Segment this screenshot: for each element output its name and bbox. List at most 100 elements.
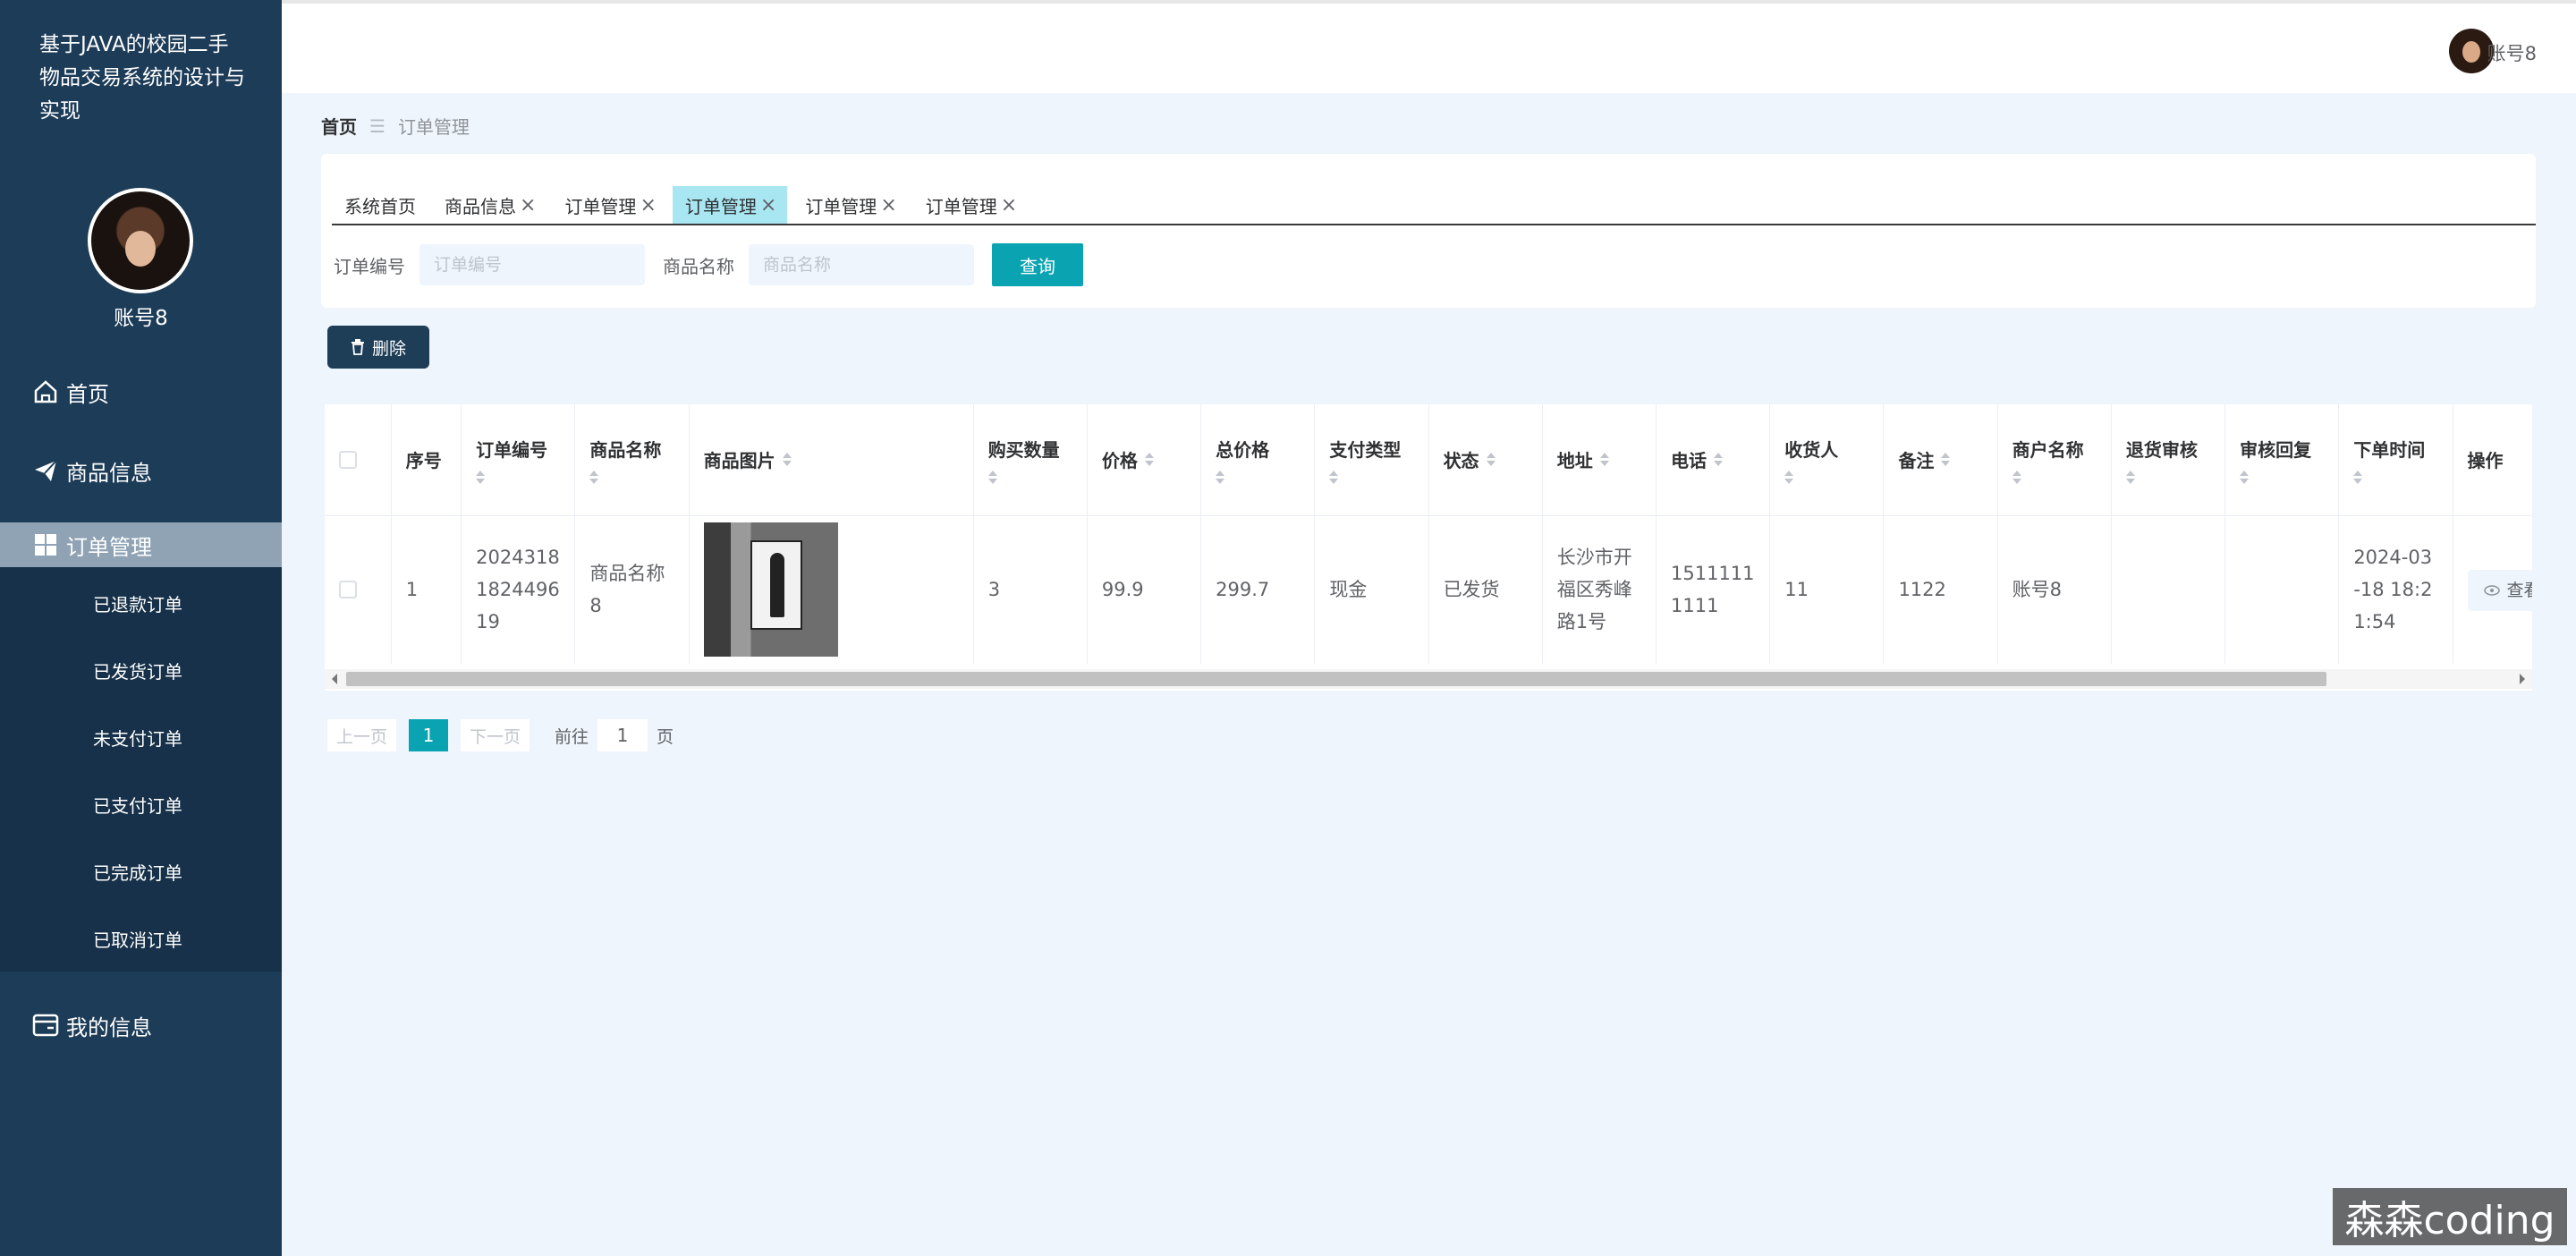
scroll-left-icon[interactable] <box>332 674 337 684</box>
page-number-button[interactable]: 1 <box>409 719 449 751</box>
submenu-refunded[interactable]: 已退款订单 <box>93 590 182 616</box>
page-suffix-label: 页 <box>657 726 674 747</box>
view-button[interactable]: 查看 <box>2467 569 2532 611</box>
sidebar-item-my-info[interactable]: 我的信息 <box>0 998 282 1052</box>
col-header[interactable]: 总价格 <box>1200 404 1316 516</box>
tab-underline <box>332 224 2536 225</box>
cell-actions: 查看 物流 <box>2453 515 2532 664</box>
col-header[interactable]: 退货审核 <box>2111 404 2226 516</box>
col-header: 序号 <box>391 404 462 516</box>
tab-system-home[interactable]: 系统首页 <box>332 186 427 224</box>
tabs-search-card: 系统首页 商品信息 × 订单管理 × 订单管理 × 订单管理 × 订单管理 × 订单编号 … <box>321 154 2536 308</box>
paper-plane-icon <box>32 457 59 484</box>
col-header-label: 商品名称 <box>589 438 662 461</box>
delete-button[interactable]: 删除 <box>327 326 429 369</box>
col-header[interactable]: 备注 <box>1883 404 1998 516</box>
cell-total: 299.7 <box>1200 515 1316 664</box>
row-checkbox[interactable] <box>339 581 357 599</box>
cell-order-time: 2024-03 -18 18:2 1:54 <box>2338 515 2453 664</box>
submenu-shipped[interactable]: 已发货订单 <box>93 658 182 683</box>
col-header[interactable]: 商户名称 <box>1997 404 2112 516</box>
close-icon[interactable]: × <box>760 194 776 216</box>
sort-icon[interactable] <box>2125 470 2135 484</box>
col-header[interactable]: 商品图片 <box>689 404 974 516</box>
close-icon[interactable]: × <box>640 194 656 216</box>
submenu-completed[interactable]: 已完成订单 <box>93 859 182 885</box>
sidebar-item-orders[interactable]: 订单管理 <box>0 522 282 567</box>
sort-icon[interactable] <box>1144 453 1154 467</box>
sort-icon[interactable] <box>1714 453 1723 467</box>
goto-page-input[interactable] <box>597 719 648 751</box>
col-header[interactable]: 订单编号 <box>461 404 576 516</box>
close-icon[interactable]: × <box>520 194 536 216</box>
cell-phone: 1511111 1111 <box>1656 515 1771 664</box>
sidebar-item-label: 首页 <box>66 381 109 407</box>
sidebar-item-home[interactable]: 首页 <box>0 365 282 419</box>
select-all-checkbox[interactable] <box>339 450 357 469</box>
col-header[interactable]: 购买数量 <box>973 404 1088 516</box>
breadcrumb-home[interactable]: 首页 <box>321 113 357 139</box>
sort-icon[interactable] <box>1941 453 1951 467</box>
sort-icon[interactable] <box>1329 470 1339 484</box>
tab-orders-active[interactable]: 订单管理 × <box>672 186 788 224</box>
col-header[interactable]: 支付类型 <box>1314 404 1429 516</box>
col-header-label: 商品图片 <box>703 450 775 472</box>
col-header-label: 下单时间 <box>2353 438 2426 461</box>
product-name-input[interactable] <box>749 244 974 285</box>
tab-orders[interactable]: 订单管理 × <box>792 186 907 224</box>
col-header: 操作 <box>2453 404 2532 516</box>
prev-page-button[interactable]: 上一页 <box>327 719 397 751</box>
col-header[interactable]: 审核回复 <box>2224 404 2340 516</box>
cell-return-review <box>2111 515 2226 664</box>
col-header[interactable]: 状态 <box>1428 404 1543 516</box>
sidebar-item-products[interactable]: 商品信息 <box>0 444 282 497</box>
sort-icon[interactable] <box>2012 470 2021 484</box>
col-header[interactable]: 商品名称 <box>574 404 690 516</box>
close-icon[interactable]: × <box>880 194 896 216</box>
close-icon[interactable]: × <box>1001 194 1017 216</box>
query-button[interactable]: 查询 <box>992 243 1083 286</box>
scroll-right-icon[interactable] <box>2520 674 2525 684</box>
tab-label: 系统首页 <box>344 195 416 217</box>
tab-orders[interactable]: 订单管理 × <box>913 186 1028 224</box>
submenu-unpaid[interactable]: 未支付订单 <box>93 725 182 751</box>
pagination: 上一页 1 下一页 前往 页 <box>327 717 674 753</box>
sort-icon[interactable] <box>1784 470 1794 484</box>
sort-icon[interactable] <box>2353 470 2363 484</box>
cell-review-reply <box>2224 515 2340 664</box>
header: 账号8 <box>282 0 2576 93</box>
next-page-button[interactable]: 下一页 <box>461 719 530 751</box>
col-header[interactable]: 地址 <box>1542 404 1657 516</box>
eye-icon <box>2483 585 2500 596</box>
avatar[interactable] <box>88 188 193 293</box>
cell-address: 长沙市开 福区秀峰 路1号 <box>1542 515 1657 664</box>
order-no-input[interactable] <box>419 244 645 285</box>
delete-label: 删除 <box>371 338 406 359</box>
horizontal-scrollbar[interactable] <box>325 669 2532 689</box>
sort-icon[interactable] <box>1216 470 1225 484</box>
tab-label: 订单管理 <box>564 195 637 217</box>
col-header[interactable]: 收货人 <box>1769 404 1885 516</box>
sort-icon[interactable] <box>589 470 599 484</box>
col-header-label: 商户名称 <box>2012 438 2084 461</box>
col-header[interactable]: 电话 <box>1656 404 1771 516</box>
col-header[interactable]: 价格 <box>1087 404 1202 516</box>
tab-orders[interactable]: 订单管理 × <box>552 186 666 224</box>
scrollbar-thumb[interactable] <box>346 672 2326 686</box>
tab-products[interactable]: 商品信息 × <box>432 186 547 224</box>
product-thumbnail[interactable] <box>703 522 838 658</box>
submenu-cancelled[interactable]: 已取消订单 <box>93 926 182 952</box>
col-header-label: 审核回复 <box>2240 438 2312 461</box>
sort-icon[interactable] <box>782 453 792 467</box>
app-title: 基于JAVA的校园二手物品交易系统的设计与实现 <box>39 33 245 123</box>
sort-icon[interactable] <box>1486 453 1496 467</box>
col-header-label: 支付类型 <box>1329 438 1402 461</box>
cell-remark: 1122 <box>1883 515 1998 664</box>
col-header[interactable]: 下单时间 <box>2338 404 2453 516</box>
sort-icon[interactable] <box>476 470 486 484</box>
sort-icon[interactable] <box>987 470 997 484</box>
header-username[interactable]: 账号8 <box>2487 39 2537 66</box>
sort-icon[interactable] <box>1599 453 1609 467</box>
sort-icon[interactable] <box>2240 470 2250 484</box>
submenu-paid[interactable]: 已支付订单 <box>93 792 182 818</box>
